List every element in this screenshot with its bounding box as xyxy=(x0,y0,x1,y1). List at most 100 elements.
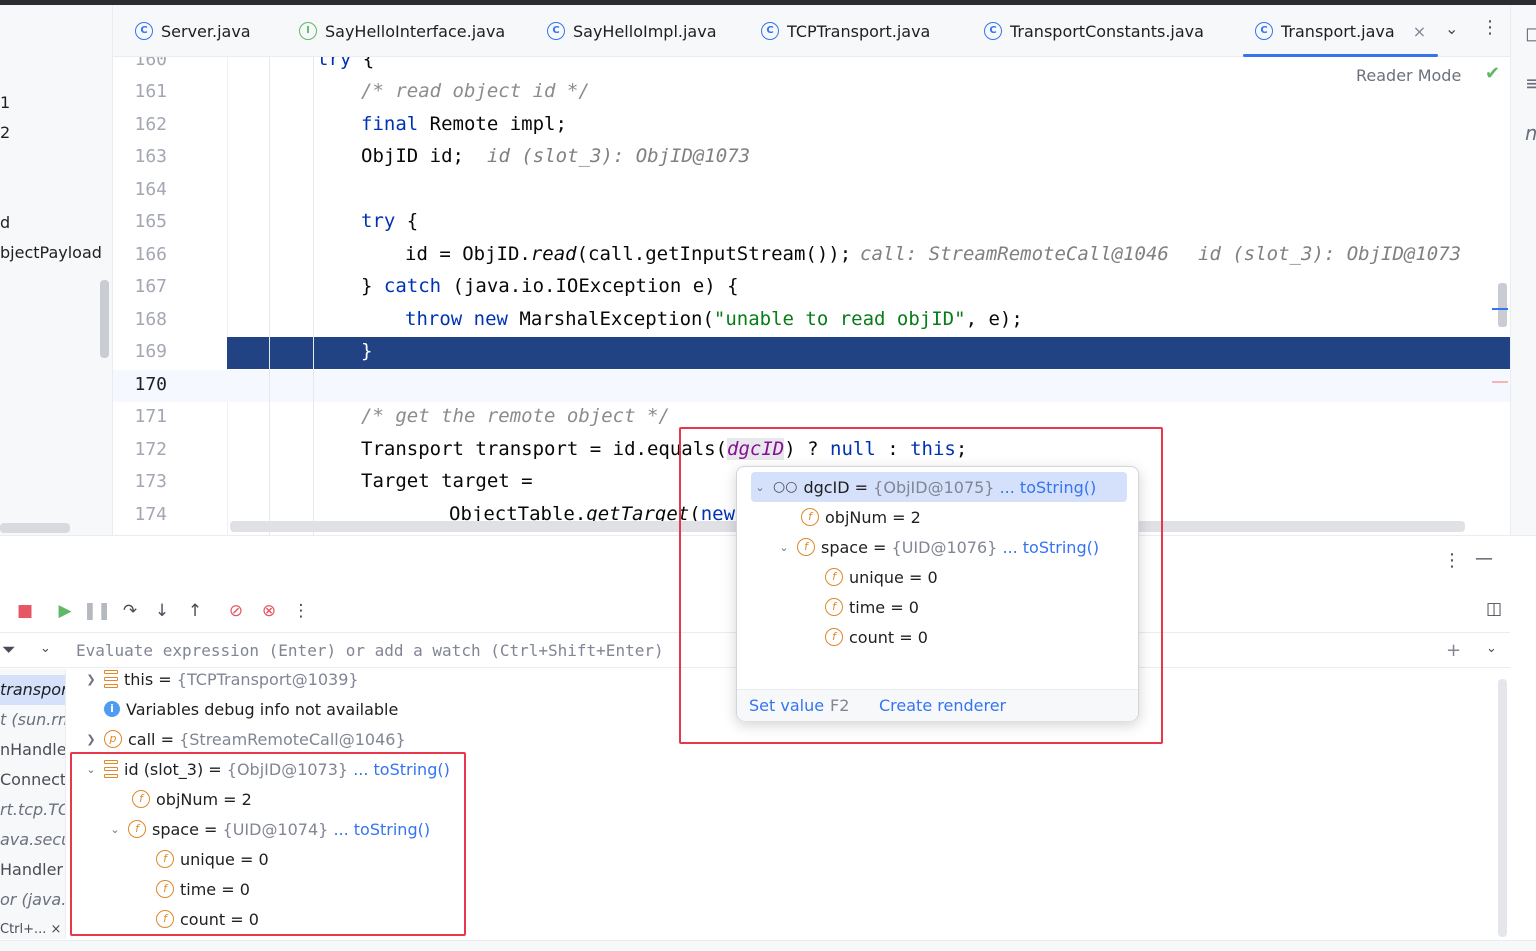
minimize-icon[interactable]: — xyxy=(1475,548,1493,569)
variable-name: count xyxy=(180,909,226,929)
more-vertical-icon[interactable]: ⋮ xyxy=(1443,550,1461,571)
tab-tcptransport-java[interactable]: C TCPTransport.java xyxy=(761,5,930,57)
database-icon[interactable]: ≡ xyxy=(1525,71,1536,95)
variable-type: {ObjID@1073} xyxy=(226,759,349,779)
step-into-icon[interactable]: ↓ xyxy=(149,598,175,624)
reader-mode-button[interactable]: Reader Mode xyxy=(1356,66,1461,85)
chevron-down-icon[interactable]: ⌄ xyxy=(84,763,98,776)
chevron-down-icon[interactable]: ⌄ xyxy=(108,823,122,836)
code-editor[interactable]: 160 try { 161 /* read object id */ 162 f… xyxy=(113,57,1510,535)
tab-transport-java[interactable]: C Transport.java × xyxy=(1242,5,1439,57)
frame-item[interactable]: transpor xyxy=(0,675,65,705)
to-string-link[interactable]: ... toString() xyxy=(1002,538,1099,557)
chevron-down-icon[interactable]: ⌄ xyxy=(777,541,791,554)
add-watch-icon[interactable]: + xyxy=(1446,640,1461,661)
expand-arrow-icon[interactable]: ❯ xyxy=(84,733,98,746)
code-line: 167 } catch (java.io.IOException e) { xyxy=(113,272,1510,304)
popup-variable-row[interactable]: ⌄ f space = {UID@1076} ... toString() xyxy=(777,532,1099,562)
resume-icon[interactable]: ▶ xyxy=(52,598,78,624)
code-token: try xyxy=(317,57,352,70)
variable-row[interactable]: ⌄ id (slot_3) = {ObjID@1073} ... toStrin… xyxy=(84,754,450,784)
chevron-down-icon[interactable]: ⌄ xyxy=(40,641,51,656)
frame-item[interactable]: nHandle xyxy=(0,735,65,765)
frame-item[interactable]: Connect xyxy=(0,765,65,795)
variable-row[interactable]: ❯ this = {TCPTransport@1039} xyxy=(84,664,359,694)
to-string-link[interactable]: ... toString() xyxy=(353,760,450,779)
set-value-link[interactable]: Set value xyxy=(749,696,824,715)
field-icon: f xyxy=(156,880,174,898)
step-out-icon[interactable]: ↑ xyxy=(182,598,208,624)
right-tool-strip: ◻ ≡ m xyxy=(1510,5,1536,535)
variable-type: {TCPTransport@1039} xyxy=(176,669,359,689)
more-vertical-icon[interactable]: ⋮ xyxy=(288,598,314,624)
field-icon: f xyxy=(825,628,843,646)
variable-row[interactable]: i Variables debug info not available xyxy=(104,694,398,724)
stop-icon[interactable]: ■ xyxy=(12,598,38,624)
line-number: 169 xyxy=(134,341,167,362)
inspection-ok-icon[interactable]: ✔ xyxy=(1485,63,1500,84)
step-over-icon[interactable]: ↷ xyxy=(117,598,143,624)
tab-list-chevron-icon[interactable]: ⌄ xyxy=(1445,19,1458,38)
frame-item[interactable]: t (sun.rm xyxy=(0,705,65,735)
tab-transportconstants-java[interactable]: C TransportConstants.java xyxy=(984,5,1204,57)
variable-row[interactable]: f objNum = 2 xyxy=(132,784,252,814)
line-number: 171 xyxy=(134,406,167,427)
editor-scrollbar[interactable] xyxy=(1498,283,1507,327)
project-hscrollbar[interactable] xyxy=(0,523,70,533)
filter-icon[interactable]: ⏷ xyxy=(2,640,16,660)
frame-item[interactable]: Handler xyxy=(0,855,63,885)
notifications-icon[interactable]: ◻ xyxy=(1525,21,1536,45)
popup-variable-row[interactable]: f unique = 0 xyxy=(825,562,938,592)
project-item[interactable]: d xyxy=(0,213,10,232)
tab-sayhellointerface-java[interactable]: I SayHelloInterface.java xyxy=(299,5,505,57)
code-line: 163 ObjID id; id (slot_3): ObjID@1073 xyxy=(113,142,1510,174)
popup-variable-row[interactable]: f count = 0 xyxy=(825,622,928,652)
code-line: 171 /* get the remote object */ xyxy=(113,402,1510,434)
popup-variable-row[interactable]: f objNum = 2 xyxy=(801,502,921,532)
frame-item[interactable]: or (java.u xyxy=(0,885,65,915)
expand-arrow-icon[interactable]: ❯ xyxy=(84,673,98,686)
close-tab-icon[interactable]: × xyxy=(1413,22,1426,41)
parameter-icon: p xyxy=(104,730,122,748)
project-scrollbar[interactable] xyxy=(100,280,109,358)
pause-icon[interactable]: ❚❚ xyxy=(83,598,112,624)
project-item[interactable]: 1 xyxy=(0,93,10,112)
variable-row[interactable]: f unique = 0 xyxy=(156,844,269,874)
to-string-link[interactable]: ... toString() xyxy=(1000,478,1097,497)
project-item[interactable]: bjectPayload xyxy=(0,243,102,262)
view-breakpoints-icon[interactable]: ⊘ xyxy=(223,598,249,624)
variable-row[interactable]: ❯ p call = {StreamRemoteCall@1046} xyxy=(84,724,405,754)
frame-item[interactable]: Ctrl+... × xyxy=(0,915,61,939)
variable-row[interactable]: ⌄ f space = {UID@1074} ... toString() xyxy=(108,814,430,844)
ai-assistant-icon[interactable]: m xyxy=(1525,121,1536,145)
tab-sayhelloimpl-java[interactable]: C SayHelloImpl.java xyxy=(547,5,717,57)
hovered-variable[interactable]: dgcID xyxy=(727,438,785,460)
to-string-link[interactable]: ... toString() xyxy=(333,820,430,839)
selected-line-highlight: } xyxy=(227,337,1510,369)
frame-item[interactable]: rt.tcp.TC xyxy=(0,795,65,825)
chevron-down-icon[interactable]: ⌄ xyxy=(1486,641,1497,656)
variable-name: dgcID xyxy=(803,477,850,497)
variable-value: 0 xyxy=(917,627,928,647)
frame-item[interactable]: ava.secu xyxy=(0,825,65,855)
create-renderer-link[interactable]: Create renderer xyxy=(879,696,1006,715)
layout-settings-icon[interactable]: ◫ xyxy=(1486,599,1502,619)
tab-server-java[interactable]: C Server.java xyxy=(135,5,251,57)
inline-debug-hint: id (slot_3): ObjID@1073 xyxy=(1198,243,1462,265)
popup-variable-row[interactable]: f time = 0 xyxy=(825,592,919,622)
more-vertical-icon[interactable]: ⋮ xyxy=(1481,17,1499,38)
variable-row[interactable]: f time = 0 xyxy=(156,874,250,904)
field-icon: f xyxy=(801,508,819,526)
class-icon: C xyxy=(135,22,153,40)
field-icon: f xyxy=(156,910,174,928)
variable-name: objNum xyxy=(156,789,219,809)
chevron-down-icon[interactable]: ⌄ xyxy=(753,481,767,494)
variable-row[interactable]: f count = 0 xyxy=(156,904,259,934)
mute-breakpoints-icon[interactable]: ⊗ xyxy=(256,598,282,624)
code-line-current: 170 xyxy=(113,370,1510,402)
code-line: 172 Transport transport = id.equals(dgcI… xyxy=(113,435,1510,467)
popup-variable-row[interactable]: ⌄ ○○ dgcID = {ObjID@1075} ... toString() xyxy=(753,472,1096,502)
project-panel: 1 2 d bjectPayload xyxy=(0,5,113,535)
variables-scrollbar[interactable] xyxy=(1498,679,1507,937)
project-item[interactable]: 2 xyxy=(0,123,10,142)
